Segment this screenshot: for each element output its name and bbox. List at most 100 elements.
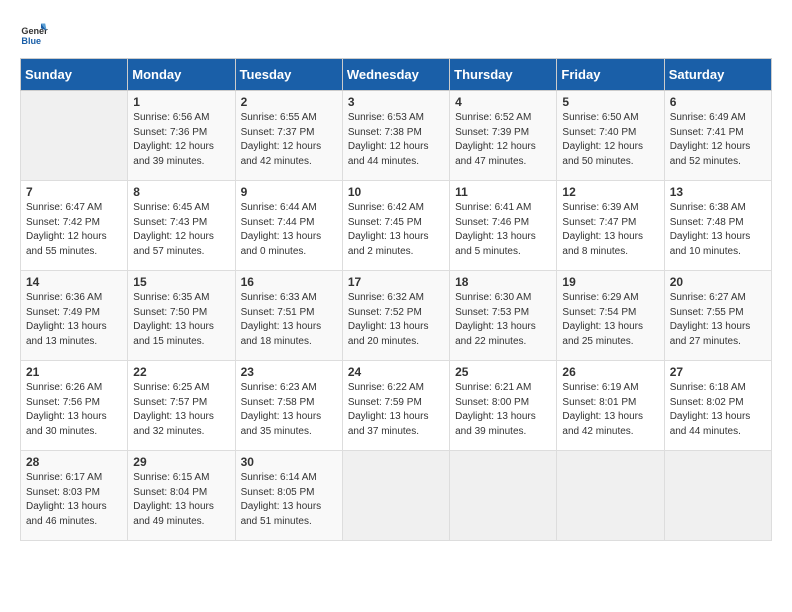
cell-content: Sunrise: 6:25 AM Sunset: 7:57 PM Dayligh… <box>133 381 229 439</box>
calendar-cell <box>450 451 557 541</box>
cell-content: Sunrise: 6:27 AM Sunset: 7:55 PM Dayligh… <box>670 291 766 349</box>
sunrise-text: Sunrise: 6:22 AM <box>348 382 424 393</box>
day-number: 4 <box>455 95 551 109</box>
sunset-text: Sunset: 7:38 PM <box>348 127 422 138</box>
cell-content: Sunrise: 6:41 AM Sunset: 7:46 PM Dayligh… <box>455 201 551 259</box>
sunset-text: Sunset: 7:47 PM <box>562 217 636 228</box>
day-number: 28 <box>26 455 122 469</box>
calendar-cell: 4 Sunrise: 6:52 AM Sunset: 7:39 PM Dayli… <box>450 91 557 181</box>
sunset-text: Sunset: 7:55 PM <box>670 307 744 318</box>
calendar-cell <box>342 451 449 541</box>
sunset-text: Sunset: 7:48 PM <box>670 217 744 228</box>
cell-content: Sunrise: 6:14 AM Sunset: 8:05 PM Dayligh… <box>241 471 337 529</box>
day-number: 5 <box>562 95 658 109</box>
calendar-cell: 2 Sunrise: 6:55 AM Sunset: 7:37 PM Dayli… <box>235 91 342 181</box>
calendar-cell <box>664 451 771 541</box>
sunrise-text: Sunrise: 6:21 AM <box>455 382 531 393</box>
header-day: Tuesday <box>235 59 342 91</box>
calendar-week-row: 7 Sunrise: 6:47 AM Sunset: 7:42 PM Dayli… <box>21 181 772 271</box>
sunset-text: Sunset: 7:39 PM <box>455 127 529 138</box>
sunset-text: Sunset: 7:36 PM <box>133 127 207 138</box>
sunrise-text: Sunrise: 6:18 AM <box>670 382 746 393</box>
sunset-text: Sunset: 7:46 PM <box>455 217 529 228</box>
header-day: Monday <box>128 59 235 91</box>
day-number: 24 <box>348 365 444 379</box>
header-day: Friday <box>557 59 664 91</box>
sunset-text: Sunset: 7:45 PM <box>348 217 422 228</box>
sunset-text: Sunset: 8:01 PM <box>562 397 636 408</box>
daylight-text: Daylight: 13 hours and 49 minutes. <box>133 501 214 527</box>
sunrise-text: Sunrise: 6:47 AM <box>26 202 102 213</box>
calendar-cell: 16 Sunrise: 6:33 AM Sunset: 7:51 PM Dayl… <box>235 271 342 361</box>
sunrise-text: Sunrise: 6:35 AM <box>133 292 209 303</box>
calendar-cell: 30 Sunrise: 6:14 AM Sunset: 8:05 PM Dayl… <box>235 451 342 541</box>
svg-text:Blue: Blue <box>21 36 41 46</box>
daylight-text: Daylight: 13 hours and 37 minutes. <box>348 411 429 437</box>
sunrise-text: Sunrise: 6:50 AM <box>562 112 638 123</box>
daylight-text: Daylight: 13 hours and 46 minutes. <box>26 501 107 527</box>
day-number: 29 <box>133 455 229 469</box>
daylight-text: Daylight: 12 hours and 55 minutes. <box>26 231 107 257</box>
sunset-text: Sunset: 7:37 PM <box>241 127 315 138</box>
sunrise-text: Sunrise: 6:36 AM <box>26 292 102 303</box>
calendar-week-row: 14 Sunrise: 6:36 AM Sunset: 7:49 PM Dayl… <box>21 271 772 361</box>
cell-content: Sunrise: 6:23 AM Sunset: 7:58 PM Dayligh… <box>241 381 337 439</box>
cell-content: Sunrise: 6:36 AM Sunset: 7:49 PM Dayligh… <box>26 291 122 349</box>
sunrise-text: Sunrise: 6:26 AM <box>26 382 102 393</box>
cell-content: Sunrise: 6:15 AM Sunset: 8:04 PM Dayligh… <box>133 471 229 529</box>
calendar-cell: 14 Sunrise: 6:36 AM Sunset: 7:49 PM Dayl… <box>21 271 128 361</box>
sunrise-text: Sunrise: 6:15 AM <box>133 472 209 483</box>
calendar-cell: 27 Sunrise: 6:18 AM Sunset: 8:02 PM Dayl… <box>664 361 771 451</box>
logo: General Blue <box>20 20 48 48</box>
calendar-cell: 20 Sunrise: 6:27 AM Sunset: 7:55 PM Dayl… <box>664 271 771 361</box>
daylight-text: Daylight: 13 hours and 42 minutes. <box>562 411 643 437</box>
calendar-cell: 26 Sunrise: 6:19 AM Sunset: 8:01 PM Dayl… <box>557 361 664 451</box>
calendar-cell: 19 Sunrise: 6:29 AM Sunset: 7:54 PM Dayl… <box>557 271 664 361</box>
sunset-text: Sunset: 7:43 PM <box>133 217 207 228</box>
cell-content: Sunrise: 6:52 AM Sunset: 7:39 PM Dayligh… <box>455 111 551 169</box>
cell-content: Sunrise: 6:19 AM Sunset: 8:01 PM Dayligh… <box>562 381 658 439</box>
day-number: 27 <box>670 365 766 379</box>
sunset-text: Sunset: 7:42 PM <box>26 217 100 228</box>
calendar-week-row: 21 Sunrise: 6:26 AM Sunset: 7:56 PM Dayl… <box>21 361 772 451</box>
cell-content: Sunrise: 6:21 AM Sunset: 8:00 PM Dayligh… <box>455 381 551 439</box>
sunrise-text: Sunrise: 6:53 AM <box>348 112 424 123</box>
sunrise-text: Sunrise: 6:23 AM <box>241 382 317 393</box>
daylight-text: Daylight: 13 hours and 51 minutes. <box>241 501 322 527</box>
sunrise-text: Sunrise: 6:30 AM <box>455 292 531 303</box>
day-number: 2 <box>241 95 337 109</box>
sunrise-text: Sunrise: 6:27 AM <box>670 292 746 303</box>
daylight-text: Daylight: 13 hours and 15 minutes. <box>133 321 214 347</box>
sunrise-text: Sunrise: 6:32 AM <box>348 292 424 303</box>
day-number: 10 <box>348 185 444 199</box>
daylight-text: Daylight: 13 hours and 18 minutes. <box>241 321 322 347</box>
day-number: 21 <box>26 365 122 379</box>
cell-content: Sunrise: 6:45 AM Sunset: 7:43 PM Dayligh… <box>133 201 229 259</box>
daylight-text: Daylight: 13 hours and 20 minutes. <box>348 321 429 347</box>
sunrise-text: Sunrise: 6:42 AM <box>348 202 424 213</box>
sunrise-text: Sunrise: 6:52 AM <box>455 112 531 123</box>
sunset-text: Sunset: 7:44 PM <box>241 217 315 228</box>
daylight-text: Daylight: 12 hours and 39 minutes. <box>133 141 214 167</box>
sunset-text: Sunset: 7:56 PM <box>26 397 100 408</box>
day-number: 17 <box>348 275 444 289</box>
sunset-text: Sunset: 7:57 PM <box>133 397 207 408</box>
sunrise-text: Sunrise: 6:41 AM <box>455 202 531 213</box>
daylight-text: Daylight: 13 hours and 35 minutes. <box>241 411 322 437</box>
day-number: 1 <box>133 95 229 109</box>
sunset-text: Sunset: 7:58 PM <box>241 397 315 408</box>
calendar-cell: 22 Sunrise: 6:25 AM Sunset: 7:57 PM Dayl… <box>128 361 235 451</box>
calendar-cell <box>21 91 128 181</box>
daylight-text: Daylight: 12 hours and 44 minutes. <box>348 141 429 167</box>
cell-content: Sunrise: 6:33 AM Sunset: 7:51 PM Dayligh… <box>241 291 337 349</box>
header-day: Saturday <box>664 59 771 91</box>
calendar-cell: 9 Sunrise: 6:44 AM Sunset: 7:44 PM Dayli… <box>235 181 342 271</box>
sunrise-text: Sunrise: 6:17 AM <box>26 472 102 483</box>
cell-content: Sunrise: 6:53 AM Sunset: 7:38 PM Dayligh… <box>348 111 444 169</box>
day-number: 30 <box>241 455 337 469</box>
calendar-cell: 23 Sunrise: 6:23 AM Sunset: 7:58 PM Dayl… <box>235 361 342 451</box>
sunrise-text: Sunrise: 6:49 AM <box>670 112 746 123</box>
sunset-text: Sunset: 7:50 PM <box>133 307 207 318</box>
header-day: Wednesday <box>342 59 449 91</box>
day-number: 6 <box>670 95 766 109</box>
